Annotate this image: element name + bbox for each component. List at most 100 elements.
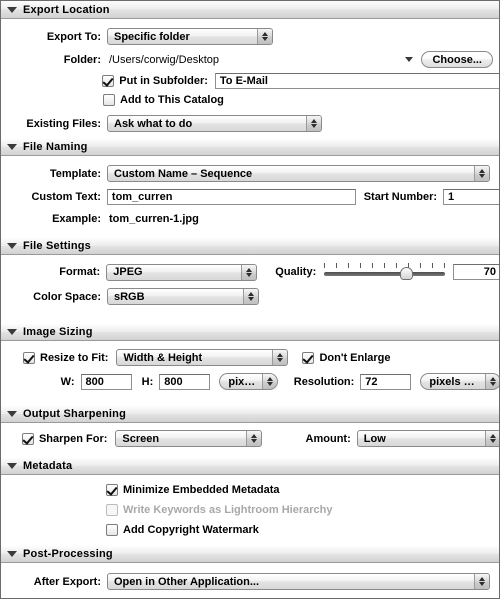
row-add-watermark: Add Copyright Watermark <box>106 524 259 536</box>
resolution-units-popup[interactable]: pixels per inch <box>420 373 499 390</box>
stepper-icon[interactable] <box>272 350 288 365</box>
color-space-value: sRGB <box>114 290 145 303</box>
section-body-export-location: Export To: Specific folder Folder: /User… <box>1 19 499 136</box>
quality-value-input[interactable]: 70 <box>453 264 499 280</box>
stepper-icon[interactable] <box>257 29 272 44</box>
amount-popup[interactable]: Low <box>356 430 499 447</box>
minimize-metadata-checkbox-wrap[interactable]: Minimize Embedded Metadata <box>106 484 279 496</box>
subfolder-name-input[interactable]: To E-Mail <box>214 73 499 89</box>
stepper-icon[interactable] <box>474 574 489 589</box>
quality-slider[interactable] <box>324 263 446 281</box>
section-title: File Settings <box>23 240 91 252</box>
section-header-post-processing[interactable]: Post-Processing <box>1 545 499 563</box>
stepper-icon[interactable] <box>474 166 489 181</box>
row-resize-to-fit: Resize to Fit: Width & Height Don't Enla… <box>1 349 499 366</box>
resize-to-fit-checkbox[interactable] <box>23 351 35 364</box>
section-title: Export Location <box>23 3 110 16</box>
arrow-up-icon <box>250 434 257 438</box>
arrow-down-icon <box>262 37 268 41</box>
start-number-input[interactable]: 1 <box>443 189 499 205</box>
arrow-up-icon <box>479 169 485 173</box>
row-custom-text: Custom Text: tom_curren Start Number: 1 <box>1 189 499 205</box>
stepper-icon[interactable] <box>241 264 257 280</box>
arrow-up-icon <box>248 292 254 296</box>
stepper-icon[interactable] <box>243 289 258 304</box>
existing-files-popup[interactable]: Ask what to do <box>107 115 322 132</box>
section-header-export-location[interactable]: Export Location <box>1 1 499 19</box>
format-popup[interactable]: JPEG <box>106 263 258 281</box>
height-label: H: <box>141 375 154 388</box>
row-example: Example: tom_curren-1.jpg <box>1 213 499 225</box>
arrow-down-icon <box>490 439 496 443</box>
width-input[interactable]: 800 <box>80 373 132 390</box>
disclosure-triangle-icon[interactable] <box>7 243 17 249</box>
sharpen-for-checkbox[interactable] <box>21 432 34 445</box>
disclosure-triangle-icon[interactable] <box>7 411 17 417</box>
stepper-icon[interactable] <box>261 374 277 389</box>
dont-enlarge-checkbox-wrap[interactable]: Don't Enlarge <box>302 351 391 364</box>
section-header-output-sharpening[interactable]: Output Sharpening <box>1 405 499 423</box>
arrow-up-icon <box>266 377 273 381</box>
slider-track[interactable] <box>324 272 446 276</box>
put-in-subfolder-checkbox[interactable] <box>102 75 115 87</box>
resize-mode-popup[interactable]: Width & Height <box>116 349 289 366</box>
row-export-to: Export To: Specific folder <box>1 28 499 45</box>
add-watermark-checkbox[interactable] <box>106 524 118 536</box>
disclosure-triangle-icon[interactable] <box>7 329 17 335</box>
after-export-label: After Export: <box>33 575 101 588</box>
stepper-icon[interactable] <box>245 431 261 446</box>
existing-files-value: Ask what to do <box>114 117 193 130</box>
folder-path-value[interactable]: /Users/corwig/Desktop <box>109 54 405 66</box>
template-popup[interactable]: Custom Name – Sequence <box>107 165 490 182</box>
arrow-up-icon <box>262 32 268 36</box>
width-label: W: <box>60 375 75 388</box>
section-title: Image Sizing <box>23 326 93 338</box>
section-header-metadata[interactable]: Metadata <box>1 457 499 475</box>
resize-mode-value: Width & Height <box>123 351 203 364</box>
stepper-icon[interactable] <box>485 374 499 389</box>
minimize-metadata-label: Minimize Embedded Metadata <box>123 484 280 496</box>
add-to-catalog-label: Add to This Catalog <box>120 94 224 106</box>
template-label: Template: <box>49 167 101 180</box>
choose-folder-button[interactable]: Choose... <box>421 51 493 68</box>
dont-enlarge-checkbox[interactable] <box>302 351 315 364</box>
height-input[interactable]: 800 <box>159 373 211 390</box>
arrow-down-icon <box>266 382 273 386</box>
add-to-catalog-checkbox[interactable] <box>103 94 115 106</box>
sharpen-for-checkbox-wrap[interactable]: Sharpen For: <box>21 432 107 445</box>
disclosure-triangle-icon[interactable] <box>7 551 17 557</box>
section-body-file-naming: Template: Custom Name – Sequence Custom … <box>1 156 499 234</box>
resolution-label: Resolution: <box>293 375 355 388</box>
sharpen-for-popup[interactable]: Screen <box>115 430 262 447</box>
export-to-popup[interactable]: Specific folder <box>107 28 273 45</box>
stepper-icon[interactable] <box>306 116 321 131</box>
resolution-input[interactable]: 72 <box>360 373 412 390</box>
section-header-image-sizing[interactable]: Image Sizing <box>1 323 499 341</box>
row-put-in-subfolder: Put in Subfolder: To E-Mail <box>1 73 499 89</box>
minimize-metadata-checkbox[interactable] <box>106 484 118 496</box>
size-units-popup[interactable]: pixels <box>219 373 278 390</box>
add-to-catalog-checkbox-wrap[interactable]: Add to This Catalog <box>103 94 224 106</box>
row-minimize-metadata: Minimize Embedded Metadata <box>106 484 279 496</box>
disclosure-triangle-icon[interactable] <box>7 463 17 469</box>
disclosure-triangle-icon[interactable] <box>7 144 17 150</box>
section-header-file-naming[interactable]: File Naming <box>1 138 499 156</box>
format-label: Format: <box>59 266 101 278</box>
slider-ticks <box>324 263 446 269</box>
resize-to-fit-checkbox-wrap[interactable]: Resize to Fit: <box>23 351 108 364</box>
put-in-subfolder-checkbox-wrap[interactable]: Put in Subfolder: <box>102 75 208 87</box>
disclosure-triangle-icon[interactable] <box>7 6 17 13</box>
section-header-file-settings[interactable]: File Settings <box>1 237 499 255</box>
write-keywords-checkbox <box>106 504 118 516</box>
slider-thumb[interactable] <box>400 267 414 280</box>
folder-label: Folder: <box>63 53 101 66</box>
after-export-popup[interactable]: Open in Other Application... <box>107 573 490 590</box>
custom-text-input[interactable]: tom_curren <box>106 189 356 205</box>
stepper-icon[interactable] <box>485 431 499 446</box>
export-to-value: Specific folder <box>114 30 190 43</box>
folder-menu-caret-down-icon[interactable] <box>405 57 414 62</box>
add-watermark-checkbox-wrap[interactable]: Add Copyright Watermark <box>106 524 259 536</box>
arrow-up-icon <box>277 353 284 357</box>
after-export-value: Open in Other Application... <box>114 575 260 588</box>
color-space-popup[interactable]: sRGB <box>107 288 259 305</box>
